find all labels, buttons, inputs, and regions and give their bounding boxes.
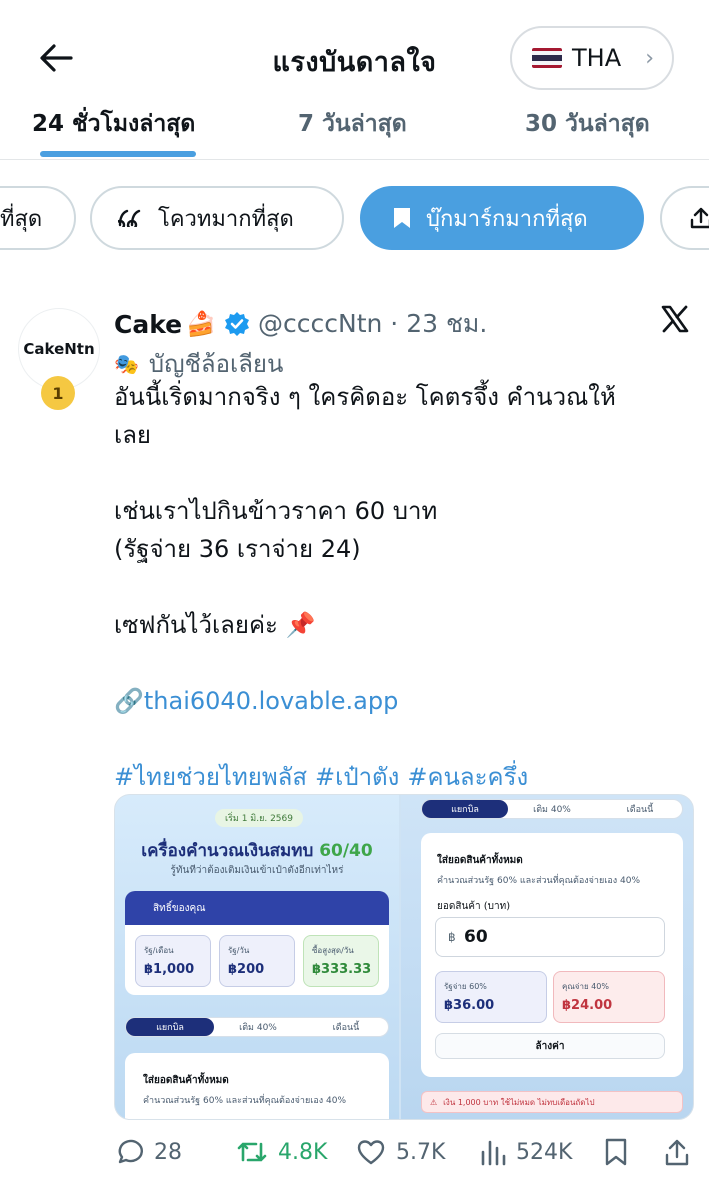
- handle-and-time[interactable]: @ccccNtn · 23 ชม.: [258, 304, 487, 344]
- post-body: อันนี้เริ่ดมากจริง ๆ ใครคิดอะ โคตรจึ้ง ค…: [114, 378, 689, 796]
- repost-count: 4.8K: [278, 1139, 328, 1165]
- theater-mask-icon: 🎭: [114, 351, 139, 376]
- tab-7-days[interactable]: 7 วันล่าสุด: [298, 106, 407, 142]
- post-line: อันนี้เริ่ดมากจริง ๆ ใครคิดอะ โคตรจึ้ง ค…: [114, 383, 616, 411]
- you-pay-box: คุณจ่าย 40% ฿24.00: [553, 971, 665, 1023]
- amount-input: ฿ 60: [435, 917, 665, 957]
- reply-button[interactable]: 28: [114, 1130, 182, 1174]
- tab-30-days[interactable]: 30 วันล่าสุด: [525, 106, 650, 142]
- time-range-tabs: 24 ชั่วโมงล่าสุด 7 วันล่าสุด 30 วันล่าสุ…: [0, 100, 709, 160]
- post-link[interactable]: thai6040.lovable.app: [144, 687, 398, 715]
- rights-header: สิทธิ์ของคุณ: [125, 891, 389, 925]
- like-count: 5.7K: [396, 1139, 446, 1165]
- warning-icon: ⚠: [430, 1097, 438, 1107]
- rank-badge: 1: [41, 376, 75, 410]
- author-row: Cake 🍰 @ccccNtn · 23 ชม.: [114, 304, 487, 344]
- link-line: 🔗thai6040.lovable.app: [114, 682, 689, 720]
- name-emoji: 🍰: [186, 310, 217, 338]
- share-icon: [665, 1139, 689, 1166]
- chip-label: ที่สุด: [0, 206, 43, 232]
- hashtags: #ไทยช่วยไทยพลัส #เป๋าตัง #คนละครึ่ง: [114, 758, 689, 796]
- post-image[interactable]: เริ่ม 1 มิ.ย. 2569 เครื่องคำนวณเงินสมทบ …: [114, 794, 694, 1120]
- like-button[interactable]: 5.7K: [356, 1130, 445, 1174]
- bookmark-outline-icon: [605, 1138, 627, 1166]
- image-tabs-right: แยกบิล เติม 40% เดือนนี้: [421, 799, 683, 819]
- share-button[interactable]: [664, 1130, 700, 1174]
- analytics-icon: [481, 1140, 506, 1166]
- repost-button[interactable]: 4.8K: [236, 1130, 327, 1174]
- date-pill: เริ่ม 1 มิ.ย. 2569: [215, 809, 303, 827]
- post-line: เลย: [114, 421, 151, 449]
- section-title: ใส่ยอดสินค้าทั้งหมด: [143, 1075, 229, 1086]
- hashtag[interactable]: #ไทยช่วยไทยพลัส: [114, 763, 307, 791]
- view-count: 524K: [516, 1139, 573, 1165]
- post-actions: 28 4.8K 5.7K 524K: [0, 1130, 709, 1174]
- bookmark-button[interactable]: [604, 1130, 638, 1174]
- region-selector-button[interactable]: THA ›: [510, 26, 674, 90]
- chip-most-partial[interactable]: ที่สุด: [0, 186, 76, 250]
- link-icon: 🔗: [114, 687, 144, 715]
- bookmark-icon: [392, 206, 412, 230]
- verified-badge-icon: [224, 311, 250, 337]
- gov-pays-box: รัฐจ่าย 60% ฿36.00: [435, 971, 547, 1023]
- calculator-subtitle: รู้ทันทีว่าต้องเติมเงินเข้าเป๋าตังอีกเท่…: [170, 865, 344, 876]
- post-line: เซฟกันไว้เลยค่ะ 📌: [114, 611, 316, 639]
- active-tab-indicator: [40, 151, 196, 157]
- calculator-title: เครื่องคำนวณเงินสมทบ 60/40: [141, 841, 373, 861]
- reply-icon: [118, 1139, 143, 1164]
- hashtag[interactable]: #เป๋าตัง: [315, 763, 399, 791]
- rights-box: รัฐ/เดือน ฿1,000: [135, 935, 211, 987]
- post-line: เช่นเราไปกินข้าวราคา 60 บาท: [114, 497, 438, 525]
- post-line: (รัฐจ่าย 36 เราจ่าย 24): [114, 535, 361, 563]
- chip-most-bookmarked[interactable]: บุ๊กมาร์กมากที่สุด: [360, 186, 644, 250]
- rights-box: ซื้อสูงสุด/วัน ฿333.33: [303, 935, 379, 987]
- views-button[interactable]: 524K: [480, 1130, 572, 1174]
- chip-label: บุ๊กมาร์กมากที่สุด: [426, 206, 588, 232]
- top-bar: แรงบันดาลใจ THA ›: [0, 0, 709, 100]
- display-name[interactable]: Cake: [114, 310, 182, 339]
- input-label: ยอดสินค้า (บาท): [437, 901, 511, 912]
- chip-most-quoted[interactable]: โควทมากที่สุด: [90, 186, 344, 250]
- heart-icon: [357, 1140, 385, 1165]
- x-logo-icon[interactable]: [660, 304, 690, 342]
- clear-button: ล้างค่า: [435, 1033, 665, 1059]
- avatar-text: CakeNtn: [23, 340, 95, 358]
- tab-24-hours[interactable]: 24 ชั่วโมงล่าสุด: [32, 106, 195, 142]
- quote-icon: [118, 209, 144, 227]
- repost-icon: [237, 1142, 267, 1162]
- warning-banner: ⚠ เงิน 1,000 บาท ใช้ไม่หมด ไม่ทบเดือนถัดไ…: [421, 1091, 683, 1113]
- image-left-panel: เริ่ม 1 มิ.ย. 2569 เครื่องคำนวณเงินสมทบ …: [115, 795, 399, 1119]
- region-code: THA: [572, 44, 622, 72]
- reply-count: 28: [154, 1139, 182, 1165]
- chip-label: โควทมากที่สุด: [158, 206, 294, 232]
- image-tabs: แยกบิล เติม 40% เดือนนี้: [125, 1017, 389, 1037]
- section-title: ใส่ยอดสินค้าทั้งหมด: [437, 855, 523, 866]
- hashtag[interactable]: #คนละครึ่ง: [407, 763, 528, 791]
- section-note: คำนวณส่วนรัฐ 60% และส่วนที่คุณต้องจ่ายเอ…: [143, 1096, 346, 1106]
- filter-chips: ที่สุด โควทมากที่สุด บุ๊กมาร์กมากที่สุด: [0, 186, 709, 252]
- section-note: คำนวณส่วนรัฐ 60% และส่วนที่คุณต้องจ่ายเอ…: [437, 876, 640, 886]
- chevron-right-icon: ›: [645, 46, 654, 71]
- rights-box: รัฐ/วัน ฿200: [219, 935, 295, 987]
- share-icon: [690, 206, 709, 230]
- thailand-flag-icon: [532, 48, 562, 68]
- chip-share-partial[interactable]: [660, 186, 709, 250]
